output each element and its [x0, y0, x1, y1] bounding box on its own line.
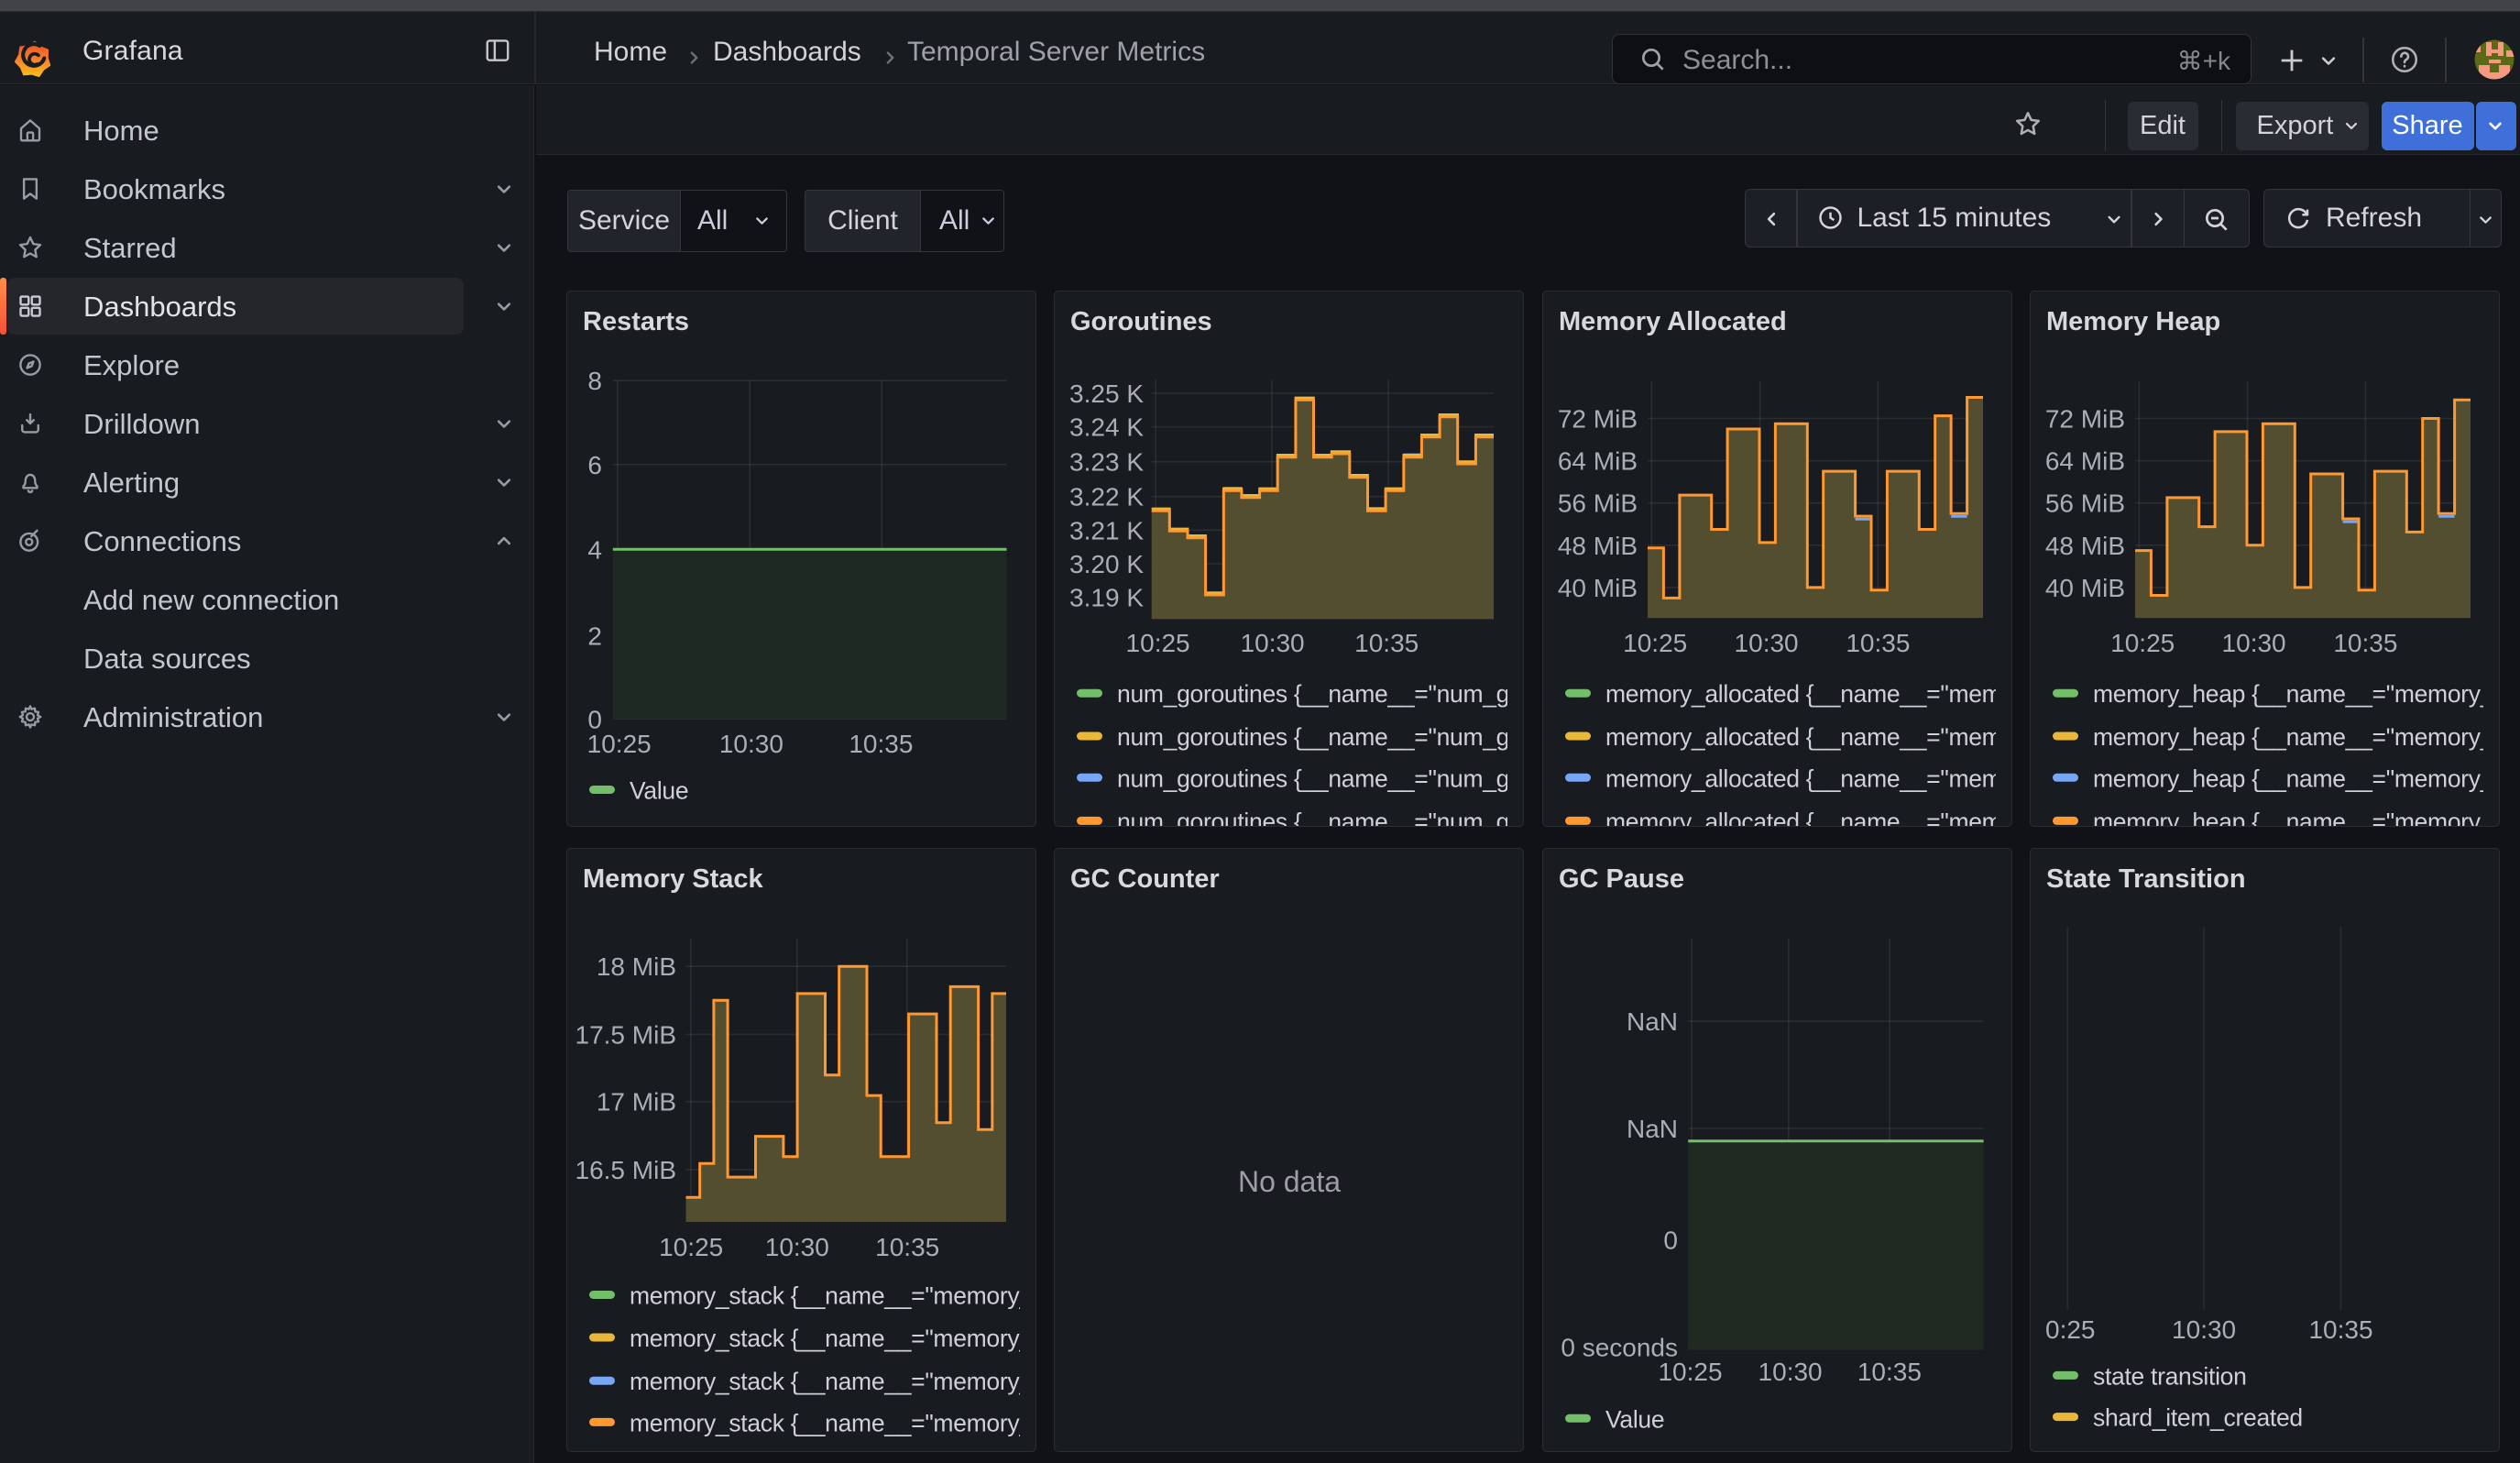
svg-text:10:35: 10:35 [875, 1233, 939, 1261]
svg-text:3.23 K: 3.23 K [1069, 447, 1144, 476]
svg-text:state transition: state transition [2093, 1362, 2247, 1390]
svg-text:memory_stack {__name__="memory: memory_stack {__name__="memory_s [630, 1368, 1036, 1395]
svg-text:10:25: 10:25 [587, 730, 652, 758]
svg-text:10:30: 10:30 [2172, 1315, 2236, 1344]
svg-text:memory_heap {__name__="memory_: memory_heap {__name__="memory_h [2093, 723, 2500, 751]
svg-text:72 MiB: 72 MiB [1558, 404, 1638, 433]
svg-text:18 MiB: 18 MiB [597, 952, 676, 981]
svg-text:10:30: 10:30 [1759, 1358, 1823, 1386]
svg-text:num_goroutines {__name__="num_: num_goroutines {__name__="num_go [1117, 680, 1523, 708]
svg-text:memory_allocated {__name__="me: memory_allocated {__name__="memo [1605, 723, 2012, 751]
svg-text:Value: Value [1605, 1405, 1664, 1433]
svg-text:memory_allocated {__name__="me: memory_allocated {__name__="memo [1605, 808, 2012, 827]
svg-text:10:30: 10:30 [765, 1233, 829, 1261]
svg-text:10:25: 10:25 [1623, 629, 1687, 657]
svg-text:shard_item_created: shard_item_created [2093, 1404, 2303, 1432]
svg-text:8: 8 [587, 367, 602, 395]
svg-text:10:30: 10:30 [1735, 629, 1799, 657]
svg-text:10:25: 10:25 [659, 1233, 723, 1261]
svg-text:memory_stack {__name__="memory: memory_stack {__name__="memory_s [630, 1409, 1036, 1436]
svg-text:NaN: NaN [1627, 1115, 1678, 1143]
svg-text:40 MiB: 40 MiB [2045, 573, 2125, 601]
svg-text:17 MiB: 17 MiB [597, 1088, 676, 1116]
svg-text:10:35: 10:35 [2308, 1315, 2372, 1344]
svg-text:NaN: NaN [1627, 1007, 1678, 1036]
svg-text:10:35: 10:35 [2333, 629, 2397, 657]
svg-text:10:35: 10:35 [1846, 629, 1910, 657]
svg-text:memory_heap {__name__="memory_: memory_heap {__name__="memory_h [2093, 680, 2500, 708]
svg-text:Value: Value [630, 776, 688, 804]
svg-text:0:25: 0:25 [2045, 1315, 2096, 1344]
svg-text:memory_stack {__name__="memory: memory_stack {__name__="memory_s [630, 1325, 1036, 1352]
svg-text:2: 2 [587, 622, 602, 650]
svg-text:3.21 K: 3.21 K [1069, 516, 1144, 544]
svg-text:memory_allocated {__name__="me: memory_allocated {__name__="memo [1605, 764, 2012, 792]
svg-text:56 MiB: 56 MiB [2045, 489, 2125, 517]
svg-text:10:35: 10:35 [1857, 1358, 1922, 1386]
svg-text:3.25 K: 3.25 K [1069, 380, 1144, 408]
svg-text:3.24 K: 3.24 K [1069, 412, 1144, 441]
svg-text:64 MiB: 64 MiB [1558, 446, 1638, 475]
svg-text:48 MiB: 48 MiB [2045, 531, 2125, 559]
svg-text:memory_allocated {__name__="me: memory_allocated {__name__="memo [1605, 680, 2012, 708]
svg-text:10:35: 10:35 [1354, 629, 1419, 657]
svg-text:3.20 K: 3.20 K [1069, 550, 1144, 578]
svg-text:48 MiB: 48 MiB [1558, 531, 1638, 559]
svg-text:10:25: 10:25 [2110, 629, 2175, 657]
svg-text:num_goroutines {__name__="num_: num_goroutines {__name__="num_go [1117, 764, 1523, 792]
svg-text:40 MiB: 40 MiB [1558, 573, 1638, 601]
svg-text:0: 0 [1663, 1226, 1678, 1254]
svg-text:72 MiB: 72 MiB [2045, 404, 2125, 433]
svg-text:3.22 K: 3.22 K [1069, 482, 1144, 511]
svg-text:17.5 MiB: 17.5 MiB [575, 1020, 677, 1049]
svg-text:num_goroutines {__name__="num_: num_goroutines {__name__="num_go [1117, 723, 1523, 751]
svg-text:No data: No data [1238, 1165, 1341, 1198]
svg-text:6: 6 [587, 450, 602, 478]
svg-text:memory_stack {__name__="memory: memory_stack {__name__="memory_s [630, 1282, 1036, 1310]
svg-text:memory_heap {__name__="memory_: memory_heap {__name__="memory_h [2093, 808, 2500, 827]
svg-text:num_goroutines {__name__="num_: num_goroutines {__name__="num_go [1117, 808, 1523, 827]
svg-text:56 MiB: 56 MiB [1558, 489, 1638, 517]
svg-text:64 MiB: 64 MiB [2045, 446, 2125, 475]
svg-text:16.5 MiB: 16.5 MiB [575, 1156, 677, 1184]
svg-text:10:25: 10:25 [1658, 1358, 1722, 1386]
svg-text:memory_heap {__name__="memory_: memory_heap {__name__="memory_h [2093, 764, 2500, 792]
svg-text:10:25: 10:25 [1126, 629, 1190, 657]
svg-text:10:30: 10:30 [1241, 629, 1305, 657]
svg-text:3.19 K: 3.19 K [1069, 583, 1144, 611]
svg-text:10:35: 10:35 [849, 730, 913, 758]
svg-text:4: 4 [587, 535, 602, 564]
svg-text:10:30: 10:30 [2222, 629, 2286, 657]
svg-text:10:30: 10:30 [719, 730, 783, 758]
